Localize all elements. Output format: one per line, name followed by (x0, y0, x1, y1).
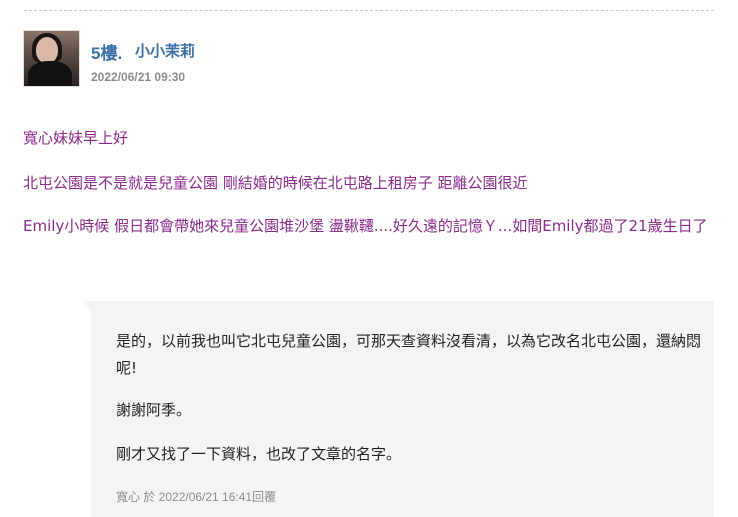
post-date: 2022/06/21 09:30 (91, 70, 186, 84)
reply-arrow (82, 301, 91, 310)
avatar[interactable] (23, 30, 80, 87)
comment-page: 5樓. 小小茉莉 2022/06/21 09:30 寬心妹妹早上好 北屯公園是不… (0, 0, 738, 517)
reply-paragraph: 謝謝阿季。 (116, 401, 192, 419)
comment-paragraph: Emily小時候 假日都會帶她來兒童公園堆沙堡 盪鞦韆....好久遠的記憶Ｙ..… (23, 217, 708, 235)
comment-paragraph: 北屯公園是不是就是兒童公園 剛結婚的時候在北屯路上租房子 距離公園很近 (23, 174, 528, 192)
comment-divider (24, 10, 714, 11)
reply-meta: 寬心 於 2022/06/21 16:41回覆 (116, 490, 277, 504)
reply-paragraph: 是的，以前我也叫它北屯兒童公園，可那天查資料沒看清，以為它改名北屯公園，還納悶呢… (116, 332, 702, 377)
comment-paragraph: 寬心妹妹早上好 (23, 129, 129, 147)
reply-paragraph: 剛才又找了一下資料，也改了文章的名字。 (116, 445, 402, 463)
avatar-face-shape (36, 37, 58, 63)
floor-number: 5樓. (91, 44, 123, 63)
avatar-body-shape (28, 61, 72, 86)
author-name-link[interactable]: 小小茉莉 (135, 40, 195, 61)
